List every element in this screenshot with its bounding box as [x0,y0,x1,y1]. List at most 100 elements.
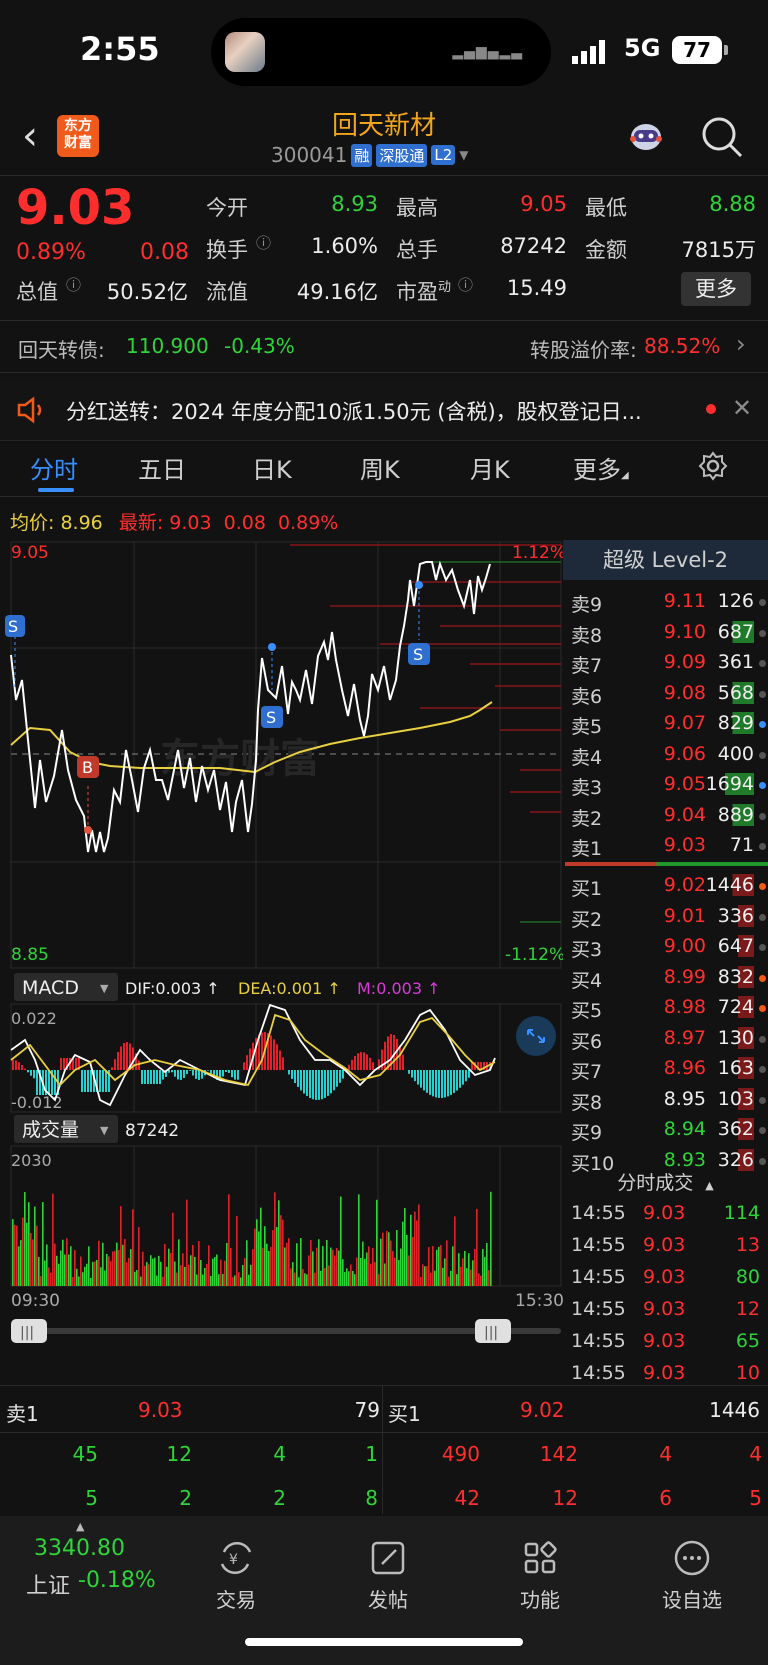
nav-features[interactable]: 功能 [490,1538,590,1613]
volume-bar [182,1253,184,1286]
volume-total: 87242 [125,1121,179,1141]
intraday-chart[interactable]: 东方财富 B S S S 9.05 8.85 1.12% -1.12% MACD… [0,540,563,1380]
macd-bar [453,1070,455,1093]
bid-row[interactable]: 买3 9.00 647 [563,933,768,963]
tick-price: 9.03 [643,1330,686,1352]
tab-more[interactable]: 更多◢ [573,450,629,485]
search-icon[interactable] [700,115,744,159]
tab-5day[interactable]: 五日 [138,450,186,485]
bid-row[interactable]: 买5 8.98 724 [563,994,768,1024]
info-icon[interactable]: ⓘ [458,274,473,295]
stock-sub[interactable]: 300041 融 深股通 L2 ▼ [271,143,469,167]
assistant-robot-icon[interactable] [625,115,667,157]
tick-row: 14:55 9.03 13 [563,1232,768,1262]
ask-row[interactable]: 卖6 9.08 568 [563,680,768,710]
notice-bar[interactable]: 分红送转：2024 年度分配10派1.50元 (含税)，股权登记日... ✕ [0,380,768,440]
nav-watchlist[interactable]: 设自选 [642,1538,742,1613]
volume-bar [350,1264,352,1286]
volume-bar [376,1199,378,1286]
tab-monthly-k[interactable]: 月K [470,450,510,485]
volume-bar [186,1199,188,1286]
macd-bar [357,1053,359,1070]
bid-row[interactable]: 买7 8.96 163 [563,1055,768,1085]
volume-bar [198,1241,200,1286]
premium-value: 88.52% [644,334,721,358]
nav-post[interactable]: 发帖 [338,1538,438,1613]
volume-selector[interactable]: 成交量 [22,1119,79,1141]
bid-row[interactable]: 买9 8.94 362 [563,1116,768,1146]
tick-time: 14:55 [571,1234,626,1256]
volume-bar [150,1255,152,1286]
ask-label: 卖7 [571,655,603,677]
volume-bar [356,1257,358,1286]
ask-row[interactable]: 卖4 9.06 400 [563,741,768,771]
volume-bar [238,1272,240,1286]
depth-bid-vol: 1446 [709,1398,760,1422]
index-value[interactable]: 3340.80 [34,1536,125,1561]
svg-text:¥: ¥ [229,1552,238,1568]
volume-bar [400,1248,402,1286]
bid-row[interactable]: 买1 9.02 1446 [563,872,768,902]
volume-bar [276,1227,278,1286]
ask-row[interactable]: 卖1 9.03 71 [563,832,768,862]
tab-weekly-k[interactable]: 周K [360,450,400,485]
bid-vol: 163 [717,1057,754,1079]
macd-bar [417,1070,419,1085]
volume-bar [346,1268,348,1286]
bid-row[interactable]: 买6 8.97 130 [563,1025,768,1055]
volume-bar [108,1256,110,1286]
volume-top-label: 2030 [11,1151,52,1170]
volume-bar [380,1238,382,1286]
bid-label: 买7 [571,1061,603,1083]
ask-row[interactable]: 卖5 9.07 829 [563,710,768,740]
volume-bar [420,1277,422,1286]
nav-trade[interactable]: ¥ 交易 [186,1538,286,1613]
volume-bar [200,1260,202,1286]
volume-bar [378,1274,380,1286]
macd-selector[interactable]: MACD [22,977,79,999]
depth-queue-cell: 5 [749,1486,762,1510]
settings-gear-icon[interactable] [697,450,729,482]
home-indicator[interactable] [245,1638,523,1646]
volume-bar [20,1240,22,1286]
bid-row[interactable]: 买4 8.99 832 [563,964,768,994]
ticks-header[interactable]: 分时成交 ▲ [563,1168,768,1198]
bid-row[interactable]: 买8 8.95 103 [563,1086,768,1116]
bid-vol: 832 [717,965,754,988]
macd-bar [153,1070,155,1084]
fullscreen-button[interactable] [516,1016,556,1056]
volume-bar [274,1192,276,1286]
dynamic-island[interactable]: ▂▄▆▄▂▃ [211,18,551,86]
level2-title[interactable]: 超级 Level-2 [563,540,768,580]
volume-bar [372,1247,374,1286]
info-icon[interactable]: ⓘ [66,274,81,295]
more-button[interactable]: 更多 [681,272,751,306]
tab-daily-k[interactable]: 日K [252,450,292,485]
macd-bar [180,1070,182,1080]
tab-intraday[interactable]: 分时 [30,450,78,485]
ask-row[interactable]: 卖2 9.04 889 [563,802,768,832]
ask-row[interactable]: 卖8 9.10 687 [563,619,768,649]
high-value: 9.05 [520,192,567,216]
active-tab-indicator [38,488,74,492]
ask-row[interactable]: 卖7 9.09 361 [563,649,768,679]
close-icon[interactable]: ✕ [732,394,752,422]
ask-row[interactable]: 卖9 9.11 126 [563,588,768,618]
bid-label: 买4 [571,969,603,992]
pe-sup: 动 [438,280,452,295]
info-icon[interactable]: ⓘ [256,232,271,253]
index-pct[interactable]: -0.18% [78,1568,156,1593]
macd-bar [189,1070,191,1071]
macd-m: M:0.003 ↑ [357,979,441,998]
ask-row[interactable]: 卖3 9.05 1694 [563,771,768,801]
depth-queue-cell: 4 [659,1442,672,1466]
volume-bar [78,1276,80,1286]
macd-bar [294,1070,296,1084]
bid-row[interactable]: 买2 9.01 336 [563,903,768,933]
volume-bar [142,1251,144,1286]
volume-bar [146,1262,148,1286]
convertible-bond-row[interactable]: 回天转债: 110.900 -0.43% 转股溢价率: 88.52% › [0,322,768,370]
index-name[interactable]: 上证 [26,1568,70,1600]
volume-bar [70,1246,72,1286]
bond-price: 110.900 [126,334,209,358]
